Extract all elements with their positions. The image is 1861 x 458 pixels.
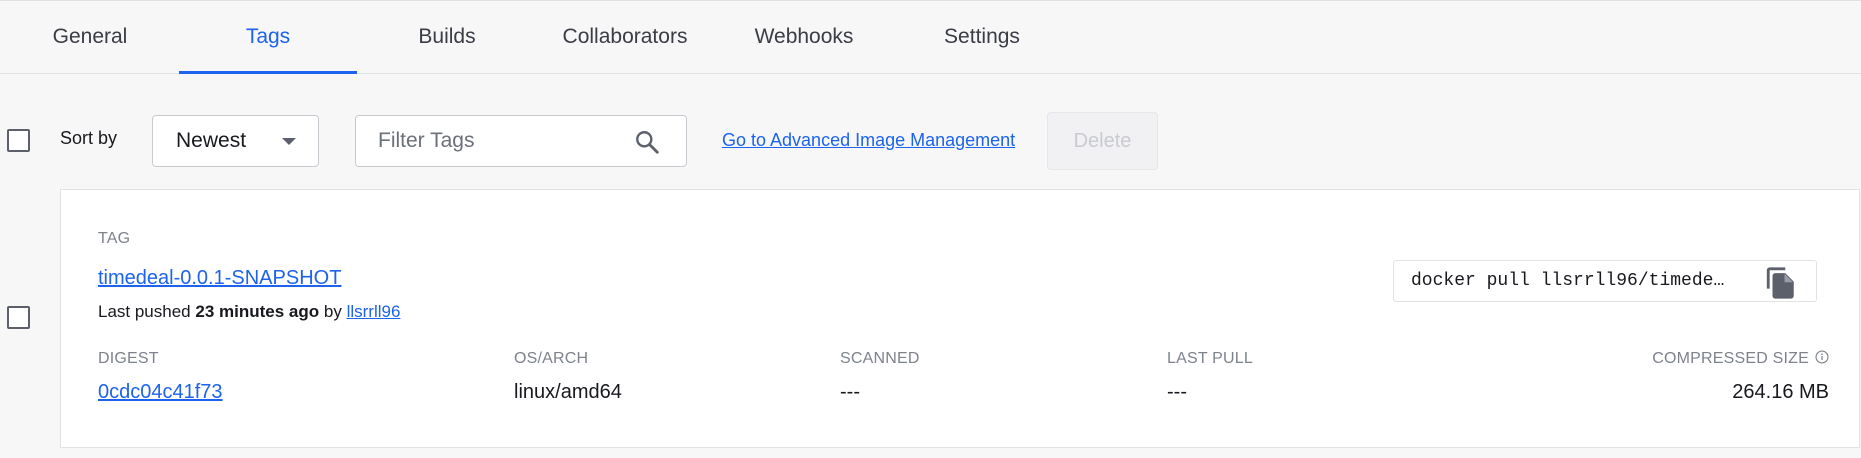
- copy-icon[interactable]: [1764, 266, 1798, 300]
- tag-section-label: TAG: [98, 230, 131, 247]
- sort-select[interactable]: Newest: [152, 115, 319, 167]
- tab-builds[interactable]: Builds: [358, 1, 536, 73]
- scanned-label: SCANNED: [840, 350, 920, 367]
- last-pull-value: ---: [1167, 381, 1187, 403]
- compressed-size-label: COMPRESSED SIZE: [1652, 350, 1809, 367]
- pushed-prefix: Last pushed: [98, 302, 191, 321]
- pushed-user-link[interactable]: llsrrll96: [347, 302, 401, 321]
- tag-name-link[interactable]: timedeal-0.0.1-SNAPSHOT: [98, 267, 341, 290]
- docker-pull-box: docker pull llsrrll96/timedeal-0.0.1-SNA…: [1393, 260, 1817, 302]
- tab-general[interactable]: General: [1, 1, 179, 73]
- delete-button[interactable]: Delete: [1047, 112, 1158, 170]
- tab-tags[interactable]: Tags: [179, 1, 357, 74]
- info-icon[interactable]: [1815, 350, 1829, 364]
- repository-tabs: General Tags Builds Collaborators Webhoo…: [0, 0, 1861, 74]
- compressed-size-value: 264.16 MB: [1732, 381, 1829, 403]
- tab-collaborators[interactable]: Collaborators: [536, 1, 714, 73]
- os-arch-label: OS/ARCH: [514, 350, 589, 367]
- filter-tags-input[interactable]: [378, 116, 618, 166]
- pushed-time: 23 minutes ago: [195, 302, 320, 321]
- advanced-image-management-link[interactable]: Go to Advanced Image Management: [722, 130, 1015, 151]
- tab-webhooks[interactable]: Webhooks: [715, 1, 893, 73]
- tag-row-checkbox[interactable]: [7, 306, 30, 329]
- select-all-checkbox[interactable]: [7, 129, 30, 152]
- sort-select-value: Newest: [176, 129, 247, 152]
- last-pull-label: LAST PULL: [1167, 350, 1253, 367]
- scanned-value: ---: [840, 381, 860, 403]
- digest-label: DIGEST: [98, 350, 159, 367]
- search-icon[interactable]: [634, 129, 660, 155]
- os-arch-value: linux/amd64: [514, 381, 622, 403]
- filter-tags-field[interactable]: [355, 115, 687, 167]
- pushed-by-word: by: [323, 302, 342, 321]
- sort-by-label: Sort by: [60, 128, 118, 148]
- tab-settings[interactable]: Settings: [893, 1, 1071, 73]
- docker-pull-command: docker pull llsrrll96/timedeal-0.0.1-SNA…: [1411, 271, 1731, 291]
- tag-card: TAG timedeal-0.0.1-SNAPSHOT Last pushed …: [60, 189, 1860, 448]
- digest-link[interactable]: 0cdc04c41f73: [98, 381, 223, 404]
- last-pushed-text: Last pushed 23 minutes ago by llsrrll96: [98, 302, 400, 322]
- caret-down-icon: [282, 138, 296, 145]
